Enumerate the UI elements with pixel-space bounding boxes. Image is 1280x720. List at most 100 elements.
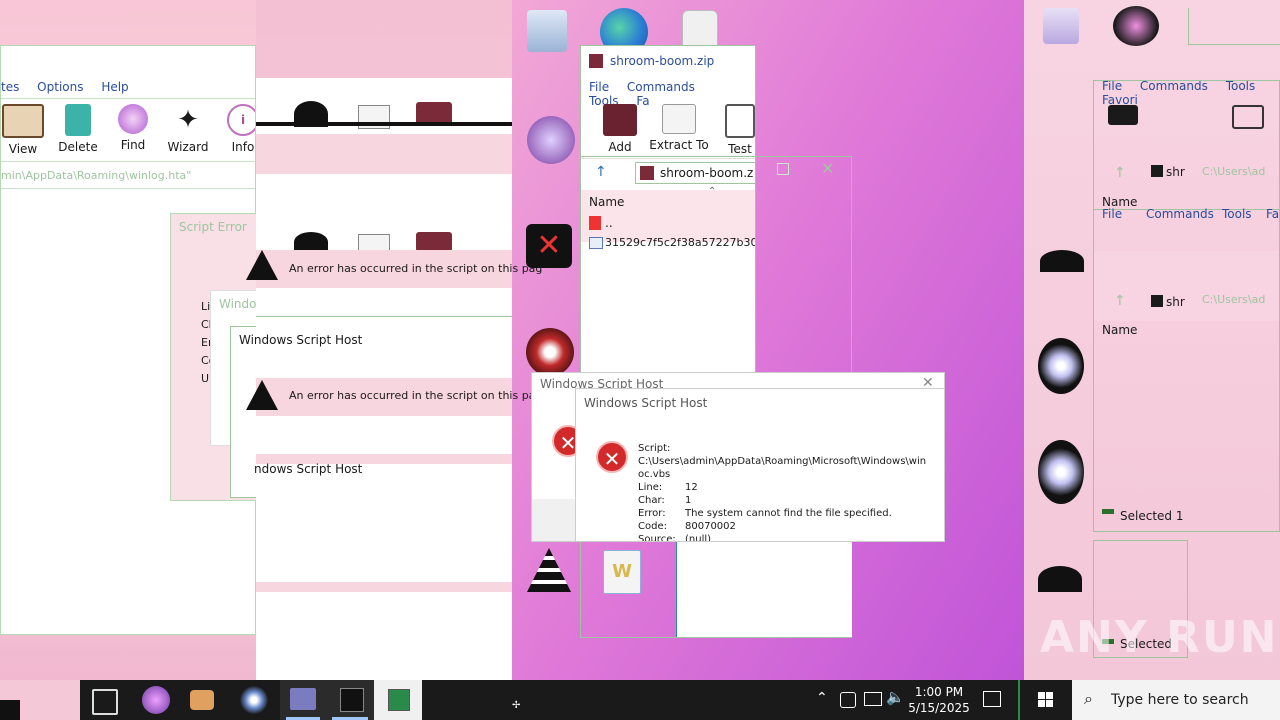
right-up-arrow-icon[interactable]: ↑ <box>1114 165 1126 181</box>
right-rar-icon <box>1108 105 1138 125</box>
path-bar[interactable]: min\AppData\Roaming\winlog.hta" <box>1 164 255 189</box>
disc-icon-2 <box>294 232 328 252</box>
wizard-button[interactable]: ✦ Wizard <box>163 104 213 154</box>
error-value: The system cannot find the file specifie… <box>685 508 892 519</box>
code-value: 80070002 <box>685 521 736 532</box>
error-icon: ✕ <box>596 441 628 473</box>
recycle-bin-ghost-icon <box>1043 8 1079 44</box>
menu-commands[interactable]: Commands <box>627 80 695 94</box>
script-error-title: Script Error <box>179 220 247 234</box>
show-hidden-icons-chevron-icon[interactable]: ⌃ <box>816 690 828 706</box>
clock-time: 1:00 PM <box>914 685 964 699</box>
start-button[interactable] <box>1020 680 1072 720</box>
right-column-name-2[interactable]: Name <box>1102 323 1137 337</box>
taskbar-winrar-button[interactable] <box>280 680 326 720</box>
right-address-prefix-2: shr <box>1166 295 1185 309</box>
test-button[interactable]: Test <box>715 104 755 156</box>
network-icon[interactable] <box>864 692 882 706</box>
taskbar-firefox-icon[interactable] <box>240 686 268 714</box>
rar-icon-2 <box>416 232 452 252</box>
right-menu-file[interactable]: File <box>1102 81 1122 93</box>
menu-item-options[interactable]: Options <box>37 80 83 94</box>
ccleaner-icon[interactable] <box>527 116 575 164</box>
taskbar-wscript-icon <box>340 688 364 712</box>
test-label: Test <box>728 142 752 156</box>
stripe2-panel: An error has occurred in the script on t… <box>239 38 542 680</box>
right-status-selected: Selected 1 <box>1120 509 1184 523</box>
wsh-behind-title: Windo <box>219 297 257 311</box>
taskbar-wscript-button[interactable] <box>326 680 374 720</box>
menu-item-help[interactable]: Help <box>101 80 128 94</box>
clock-date: 5/15/2025 <box>908 701 970 715</box>
find-button[interactable]: Find <box>108 104 158 152</box>
clock[interactable]: 1:00 PM 5/15/2025 <box>904 684 974 716</box>
view-button[interactable]: View <box>1 104 48 156</box>
taskbar-explorer-icon[interactable] <box>190 690 214 710</box>
ghost-firefox-icon <box>1038 338 1084 394</box>
mouse-cursor-icon: ✢ <box>512 700 521 711</box>
code-label: Code: <box>638 521 667 532</box>
notifications-icon[interactable] <box>983 691 1001 707</box>
info-icon: i <box>227 104 255 136</box>
warning-icon <box>246 250 278 280</box>
right-up-arrow-icon-2[interactable]: ↑ <box>1114 293 1126 309</box>
winrar-title: shroom-boom.zip <box>610 54 715 68</box>
right-menu-tools-2[interactable]: Tools <box>1222 207 1252 221</box>
menu-item-tes[interactable]: tes <box>1 80 19 94</box>
taskbar-winrar-icon <box>290 688 316 710</box>
info-button[interactable]: i Info <box>218 104 255 154</box>
wand-icon: ✦ <box>177 105 199 135</box>
acrobat-icon[interactable]: ✕ <box>526 224 572 268</box>
menu-file[interactable]: File <box>589 80 609 94</box>
ghost-disc-icon <box>1040 250 1084 272</box>
taskbar-edge-icon[interactable] <box>142 686 170 714</box>
anyrun-watermark: ANY RUN <box>1040 612 1279 663</box>
source-value: (null) <box>685 534 712 542</box>
ghost-window-corner <box>1188 8 1280 45</box>
right-menu-favorites-2[interactable]: Favori <box>1266 207 1279 221</box>
warning-icon-2 <box>246 380 278 410</box>
right-archive-window: File Commands Tools Favori ↑ shr C:\User… <box>1093 80 1280 532</box>
search-placeholder: Type here to search <box>1111 692 1249 708</box>
source-label: Source: <box>638 534 676 542</box>
search-box[interactable]: ⌕ Type here to search <box>1072 680 1280 720</box>
camera-icon[interactable] <box>840 692 856 708</box>
windows-logo-icon <box>1038 692 1045 699</box>
taskbar-active-button[interactable] <box>374 680 422 720</box>
right-menu-commands[interactable]: Commands <box>1140 81 1208 93</box>
line-value: 12 <box>685 482 698 493</box>
right-menu-tools[interactable]: Tools <box>1226 81 1256 93</box>
book-icon <box>2 104 44 138</box>
right-address-path: C:\Users\ad <box>1202 165 1266 178</box>
taskbar-active-icon <box>388 689 410 711</box>
extract-icon <box>662 104 696 134</box>
right-address-path-2: C:\Users\ad <box>1202 293 1266 306</box>
delete-button[interactable]: Delete <box>53 104 103 154</box>
archive-add-icon <box>603 104 637 136</box>
extract-to-button[interactable]: Extract To <box>647 104 711 152</box>
right-zip-icon <box>1151 165 1163 177</box>
right-address-prefix: shr <box>1166 165 1185 179</box>
taskbar: ✢ ⌃ 🔈 1:00 PM 5/15/2025 ⌕ Type here to s… <box>0 680 1280 720</box>
ghost-disc-icon-2 <box>1038 566 1082 592</box>
close-icon[interactable]: ✕ <box>821 159 834 178</box>
add-label: Add <box>608 140 632 154</box>
task-view-icon[interactable] <box>92 689 118 715</box>
right-menu-commands-2[interactable]: Commands <box>1146 207 1214 221</box>
ghost-firefox-icon-2 <box>1038 440 1084 504</box>
winrar-app-icon <box>589 54 603 68</box>
maximize-icon[interactable] <box>777 163 789 175</box>
recycle-bin-icon[interactable] <box>527 10 567 52</box>
volume-icon[interactable]: 🔈 <box>886 688 905 706</box>
right-test-icon <box>1232 105 1264 129</box>
add-button[interactable]: Add <box>595 104 645 154</box>
char-value: 1 <box>685 495 692 506</box>
wsh-title: Windows Script Host <box>584 396 708 410</box>
right-menu-file-2[interactable]: File <box>1102 207 1122 221</box>
search-icon: ⌕ <box>1084 689 1093 708</box>
char-label: Char: <box>638 495 665 506</box>
info-label: Info <box>231 140 255 154</box>
edge-ghost-icon <box>1113 6 1159 46</box>
script-label: Script: <box>638 443 671 454</box>
firefox-icon[interactable] <box>526 328 574 376</box>
